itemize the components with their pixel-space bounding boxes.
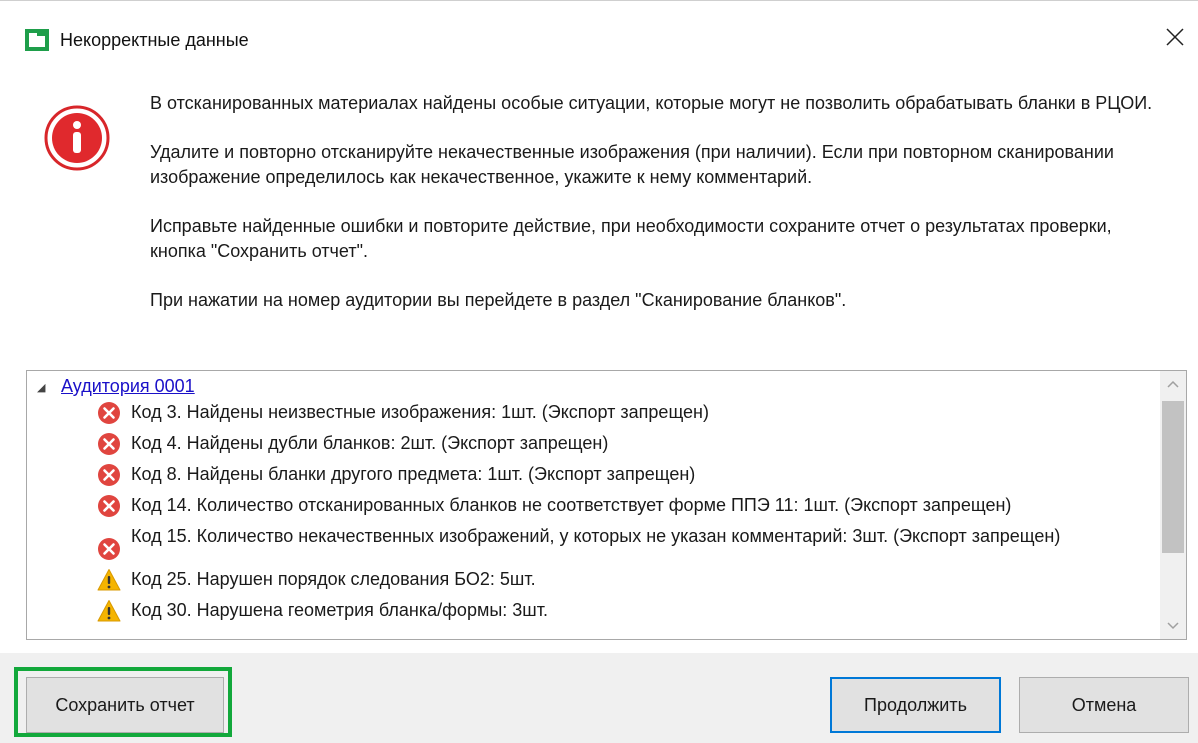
list-item: Код 14. Количество отсканированных бланк… (97, 494, 1157, 518)
message-text: В отсканированных материалах найдены осо… (150, 91, 1170, 337)
window-title: Некорректные данные (60, 30, 249, 50)
warning-icon (97, 569, 121, 591)
list-item: Код 3. Найдены неизвестные изображения: … (97, 401, 1157, 425)
cancel-button[interactable]: Отмена (1019, 677, 1189, 733)
save-report-button[interactable]: Сохранить отчет (26, 677, 224, 733)
title-bar: Некорректные данные (0, 1, 1198, 51)
error-icon (98, 433, 120, 455)
list-item: Код 8. Найдены бланки другого предмета: … (97, 463, 1157, 487)
app-icon (25, 29, 49, 51)
scroll-thumb[interactable] (1162, 401, 1184, 553)
list-item-text: Код 15. Количество некачественных изобра… (131, 526, 1061, 546)
tree-node-room: ◢ Аудитория 0001 (37, 376, 195, 397)
list-item: Код 25. Нарушен порядок следования БО2: … (97, 568, 1157, 592)
room-link[interactable]: Аудитория 0001 (61, 376, 195, 396)
error-icon (98, 402, 120, 424)
error-icon (98, 464, 120, 486)
close-icon (1166, 28, 1184, 46)
error-icon (98, 538, 120, 560)
scroll-up-button[interactable] (1160, 371, 1186, 397)
expand-arrow-icon[interactable]: ◢ (37, 381, 51, 394)
list-item-text: Код 4. Найдены дубли бланков: 2шт. (Эксп… (131, 433, 609, 453)
continue-button[interactable]: Продолжить (830, 677, 1001, 733)
close-button[interactable] (1152, 17, 1198, 57)
list-item-text: Код 25. Нарушен порядок следования БО2: … (131, 569, 536, 589)
info-icon (44, 105, 110, 171)
list-item: Код 30. Нарушена геометрия бланка/формы:… (97, 599, 1157, 623)
message-paragraph-2: Удалите и повторно отсканируйте некачест… (150, 142, 1114, 187)
message-paragraph-4: При нажатии на номер аудитории вы перейд… (150, 290, 847, 310)
scroll-down-button[interactable] (1160, 613, 1186, 639)
list-item-text: Код 30. Нарушена геометрия бланка/формы:… (131, 600, 548, 620)
list-item: Код 4. Найдены дубли бланков: 2шт. (Эксп… (97, 432, 1157, 456)
dialog-window: Некорректные данные В отсканированных ма… (0, 0, 1198, 743)
warning-icon (97, 600, 121, 622)
issues-list: Код 3. Найдены неизвестные изображения: … (97, 401, 1157, 630)
chevron-down-icon (1167, 622, 1179, 630)
list-item-text: Код 8. Найдены бланки другого предмета: … (131, 464, 696, 484)
message-paragraph-1: В отсканированных материалах найдены осо… (150, 93, 1153, 113)
list-item: Код 15. Количество некачественных изобра… (97, 525, 1157, 561)
error-icon (98, 495, 120, 517)
vertical-scrollbar[interactable] (1160, 371, 1186, 639)
list-item-text: Код 3. Найдены неизвестные изображения: … (131, 402, 709, 422)
message-paragraph-3: Исправьте найденные ошибки и повторите д… (150, 216, 1112, 261)
chevron-up-icon (1167, 380, 1179, 388)
issues-tree[interactable]: ◢ Аудитория 0001 Код 3. Найдены неизвестн… (26, 370, 1187, 640)
list-item-text: Код 14. Количество отсканированных бланк… (131, 495, 1012, 515)
